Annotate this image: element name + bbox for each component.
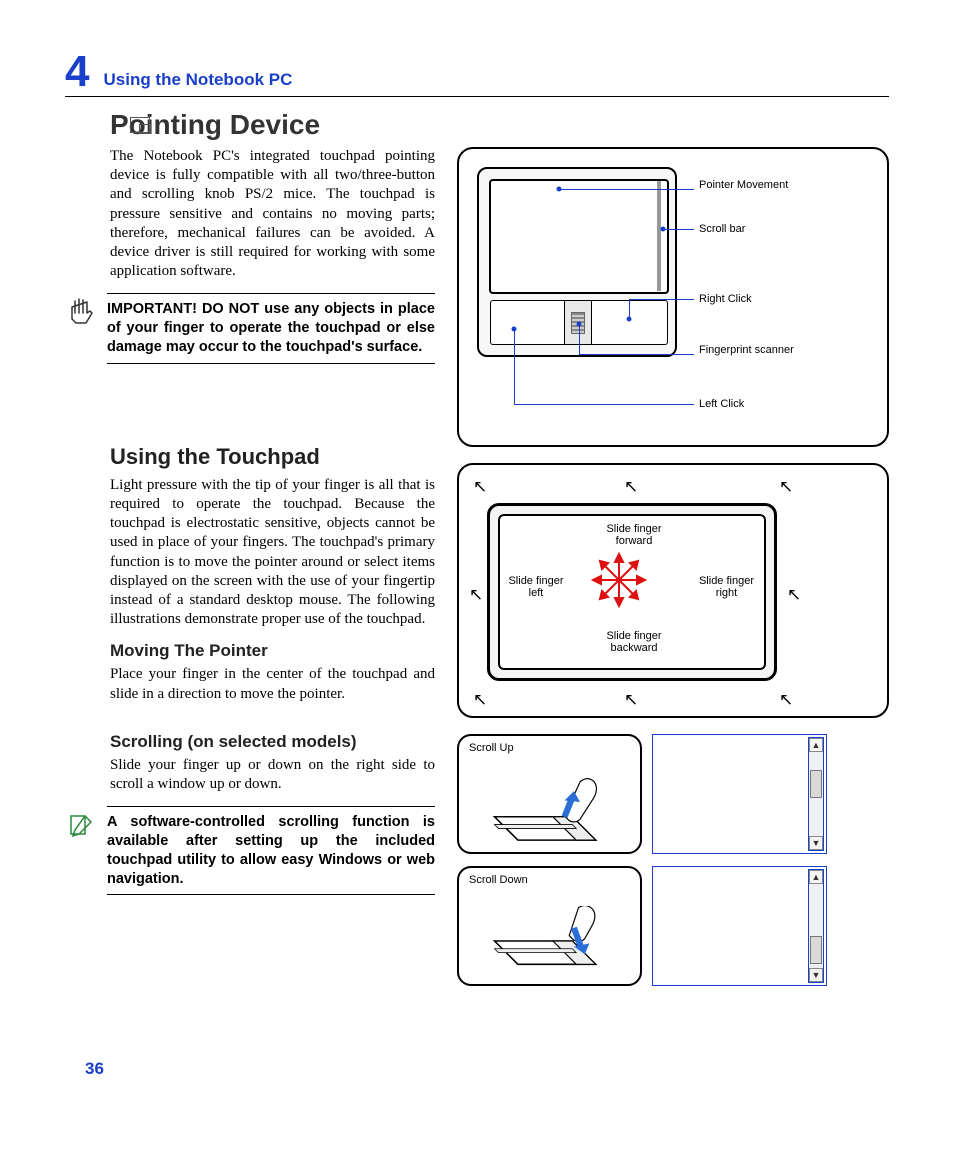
label-right-click: Right Click [699,293,752,306]
scroll-down-label: Scroll Down [469,874,528,886]
touchpad-icon [130,117,150,133]
page-number: 36 [85,1059,104,1079]
label-scroll-bar: Scroll bar [699,223,745,236]
scrolling-text: Slide your finger up or down on the righ… [110,756,435,794]
scroll-up-diagram: Scroll Up [457,734,642,854]
intro-paragraph: The Notebook PC's integrated touchpad po… [110,147,435,281]
cursor-icon: ↖ [779,477,793,497]
important-callout: IMPORTANT! DO NOT use any objects in pla… [65,293,435,364]
page-title: Pointing Device [110,109,889,141]
scrollbar-down-arrow-icon: ▼ [809,968,823,982]
scrollbar-down-illustration: ▲ ▼ [652,866,827,986]
cursor-icon: ↖ [624,690,638,710]
scrollbar-up-arrow-icon: ▲ [809,738,823,752]
cursor-icon: ↖ [624,477,638,497]
important-text: IMPORTANT! DO NOT use any objects in pla… [107,293,435,364]
chapter-header: 4 Using the Notebook PC [65,50,889,97]
cursor-icon: ↖ [469,585,483,605]
scrolling-heading: Scrolling (on selected models) [110,732,435,752]
scrollbar-up-arrow-icon: ▲ [809,870,823,884]
touchpad-parts-diagram: Pointer Movement Scroll bar Right Click … [457,147,889,447]
chapter-number: 4 [65,50,89,94]
note-text: A software-controlled scrolling function… [107,806,435,895]
using-touchpad-text: Light pressure with the tip of your fing… [110,476,435,630]
label-pointer-movement: Pointer Movement [699,179,788,192]
scrollbar-up-illustration: ▲ ▼ [652,734,827,854]
moving-pointer-heading: Moving The Pointer [110,641,435,661]
label-forward: Slide finger forward [599,523,669,547]
scrollbar-down-arrow-icon: ▼ [809,836,823,850]
cursor-icon: ↖ [787,585,801,605]
note-pencil-icon [65,806,97,845]
label-right: Slide finger right [694,575,759,599]
note-callout: A software-controlled scrolling function… [65,806,435,895]
cursor-icon: ↖ [779,690,793,710]
cursor-icon: ↖ [473,477,487,497]
hand-stop-icon [65,293,97,336]
label-left: Slide finger left [505,575,567,599]
label-fingerprint: Fingerprint scanner [699,344,794,357]
touchpad-directions-diagram: ↖ ↖ ↖ ↖ ↖ ↖ ↖ ↖ Slide finger forward Sli… [457,463,889,718]
scroll-down-diagram: Scroll Down [457,866,642,986]
moving-pointer-text: Place your finger in the center of the t… [110,665,435,703]
scrollbar-thumb [810,936,822,964]
label-left-click: Left Click [699,398,744,411]
label-backward: Slide finger backward [599,630,669,654]
scrollbar-thumb [810,770,822,798]
chapter-title: Using the Notebook PC [103,70,292,94]
scroll-up-label: Scroll Up [469,742,514,754]
using-touchpad-heading: Using the Touchpad [110,444,435,470]
cursor-icon: ↖ [473,690,487,710]
